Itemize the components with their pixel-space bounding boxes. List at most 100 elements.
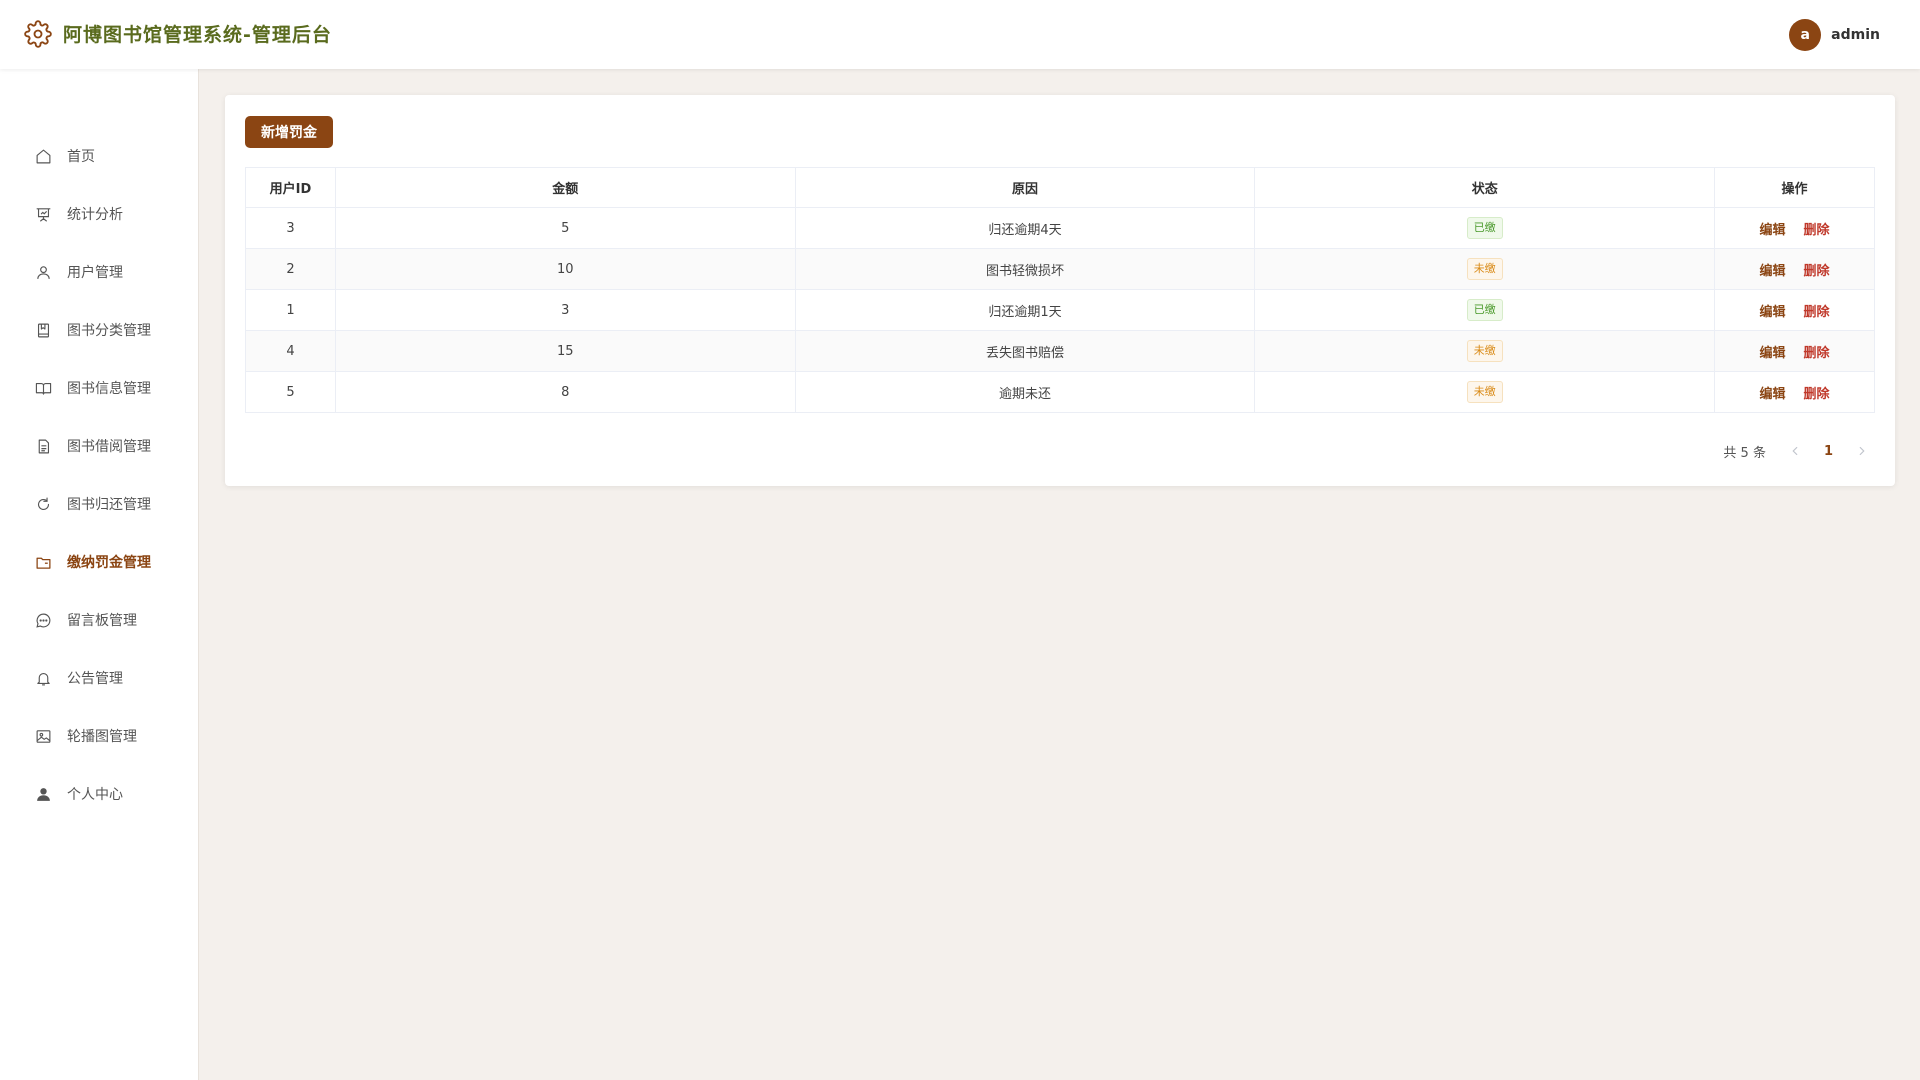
folder-icon (36, 557, 51, 569)
status-badge: 未缴 (1466, 340, 1503, 362)
sidebar-item-return[interactable]: 图书归还管理 (0, 475, 199, 533)
top-header: 阿博图书馆管理系统-管理后台 a admin (0, 0, 1920, 69)
cell-actions: 编辑 删除 (1714, 207, 1875, 249)
column-header-user-id[interactable]: 用户ID (245, 167, 336, 208)
status-badge: 已缴 (1466, 299, 1503, 321)
sidebar-item-fines[interactable]: 缴纳罚金管理 (0, 533, 199, 591)
column-header-status[interactable]: 状态 (1254, 167, 1716, 208)
sidebar-item-carousel[interactable]: 轮播图管理 (0, 707, 199, 765)
table-row: 1 3 归还逾期1天 已缴 编辑 删除 (245, 289, 1875, 331)
delete-button[interactable]: 删除 (1804, 387, 1830, 402)
sidebar-item-label: 图书分类管理 (67, 323, 151, 339)
edit-button[interactable]: 编辑 (1760, 346, 1786, 361)
cell-user-id: 4 (245, 330, 336, 372)
cell-reason: 丢失图书赔偿 (794, 330, 1256, 372)
edit-button[interactable]: 编辑 (1760, 305, 1786, 320)
fines-table: 用户ID 金额 原因 状态 操作 3 5 归还逾期4天 已缴 编辑 删除 2 10… (245, 167, 1875, 413)
sidebar-item-label: 留言板管理 (67, 613, 137, 629)
bookmark-icon (37, 323, 50, 337)
delete-button[interactable]: 删除 (1804, 305, 1830, 320)
table-row: 5 8 逾期未还 未缴 编辑 删除 (245, 371, 1875, 413)
edit-button[interactable]: 编辑 (1760, 387, 1786, 402)
table-row: 4 15 丢失图书赔偿 未缴 编辑 删除 (245, 330, 1875, 372)
sidebar-item-label: 图书归还管理 (67, 497, 151, 513)
username-label[interactable]: admin (1831, 27, 1880, 43)
table-row: 2 10 图书轻微损坏 未缴 编辑 删除 (245, 248, 1875, 290)
chevron-right-icon[interactable] (1855, 444, 1869, 458)
chevron-left-icon[interactable] (1788, 444, 1802, 458)
column-header-reason[interactable]: 原因 (794, 167, 1256, 208)
bell-icon (37, 672, 50, 685)
status-badge: 未缴 (1466, 258, 1503, 280)
cell-reason: 逾期未还 (794, 371, 1256, 413)
sidebar-item-profile[interactable]: 个人中心 (0, 765, 199, 823)
user-menu[interactable]: a admin (1789, 19, 1880, 51)
cell-amount: 8 (334, 371, 796, 413)
cell-reason: 归还逾期4天 (794, 207, 1256, 249)
status-badge: 已缴 (1466, 217, 1503, 239)
column-header-amount[interactable]: 金额 (334, 167, 796, 208)
delete-button[interactable]: 删除 (1804, 264, 1830, 279)
cell-status: 未缴 (1254, 330, 1716, 372)
user-icon (37, 265, 50, 279)
cell-reason: 归还逾期1天 (794, 289, 1256, 331)
cell-actions: 编辑 删除 (1714, 289, 1875, 331)
sidebar-item-label: 统计分析 (67, 207, 123, 223)
sidebar-item-label: 轮播图管理 (67, 729, 137, 745)
cell-status: 未缴 (1254, 248, 1716, 290)
app-title: 阿博图书馆管理系统-管理后台 (63, 24, 332, 46)
person-filled-icon (37, 787, 50, 801)
sidebar-item-book-category[interactable]: 图书分类管理 (0, 301, 199, 359)
sidebar-item-home[interactable]: 首页 (0, 127, 199, 185)
gear-icon[interactable] (24, 20, 52, 48)
sidebar-item-message-board[interactable]: 留言板管理 (0, 591, 199, 649)
add-fine-button[interactable]: 新增罚金 (245, 116, 333, 148)
status-badge: 未缴 (1466, 381, 1503, 403)
delete-button[interactable]: 删除 (1804, 346, 1830, 361)
sidebar-item-label: 首页 (67, 149, 95, 165)
cell-actions: 编辑 删除 (1714, 330, 1875, 372)
pagination: 共 5 条 1 (1723, 438, 1869, 464)
sidebar-item-label: 图书借阅管理 (67, 439, 151, 455)
cell-user-id: 5 (245, 371, 336, 413)
sidebar-item-announcements[interactable]: 公告管理 (0, 649, 199, 707)
refresh-icon (38, 497, 50, 510)
cell-user-id: 1 (245, 289, 336, 331)
column-header-actions: 操作 (1714, 167, 1875, 208)
edit-button[interactable]: 编辑 (1760, 223, 1786, 238)
sidebar-item-borrow[interactable]: 图书借阅管理 (0, 417, 199, 475)
chat-icon (36, 613, 51, 628)
cell-amount: 10 (334, 248, 796, 290)
presentation-icon (36, 207, 51, 221)
cell-amount: 5 (334, 207, 796, 249)
avatar[interactable]: a (1789, 19, 1822, 51)
document-icon (38, 439, 50, 453)
cell-user-id: 2 (245, 248, 336, 290)
cell-actions: 编辑 删除 (1714, 371, 1875, 413)
pagination-total: 共 5 条 (1723, 445, 1766, 461)
pagination-page-current[interactable]: 1 (1824, 444, 1833, 459)
delete-button[interactable]: 删除 (1804, 223, 1830, 238)
sidebar-item-label: 个人中心 (67, 787, 123, 803)
sidebar-item-statistics[interactable]: 统计分析 (0, 185, 199, 243)
fines-panel: 新增罚金 用户ID 金额 原因 状态 操作 3 5 归还逾期4天 已缴 编辑 删… (225, 95, 1895, 486)
sidebar-item-label: 缴纳罚金管理 (67, 555, 151, 571)
cell-actions: 编辑 删除 (1714, 248, 1875, 290)
edit-button[interactable]: 编辑 (1760, 264, 1786, 279)
cell-status: 未缴 (1254, 371, 1716, 413)
sidebar-item-users[interactable]: 用户管理 (0, 243, 199, 301)
sidebar-item-label: 公告管理 (67, 671, 123, 687)
cell-reason: 图书轻微损坏 (794, 248, 1256, 290)
sidebar-item-label: 用户管理 (67, 265, 123, 281)
cell-amount: 3 (334, 289, 796, 331)
home-icon (36, 149, 51, 163)
cell-status: 已缴 (1254, 207, 1716, 249)
cell-status: 已缴 (1254, 289, 1716, 331)
sidebar-item-label: 图书信息管理 (67, 381, 151, 397)
image-icon (36, 729, 51, 743)
sidebar-item-book-info[interactable]: 图书信息管理 (0, 359, 199, 417)
sidebar: 首页 统计分析 用户管理 图书分类管理 图书信息管理 图书借阅管理 图书归还管理… (0, 69, 199, 1080)
table-row: 3 5 归还逾期4天 已缴 编辑 删除 (245, 207, 1875, 249)
book-open-icon (35, 382, 52, 395)
table-header-row: 用户ID 金额 原因 状态 操作 (245, 167, 1875, 208)
